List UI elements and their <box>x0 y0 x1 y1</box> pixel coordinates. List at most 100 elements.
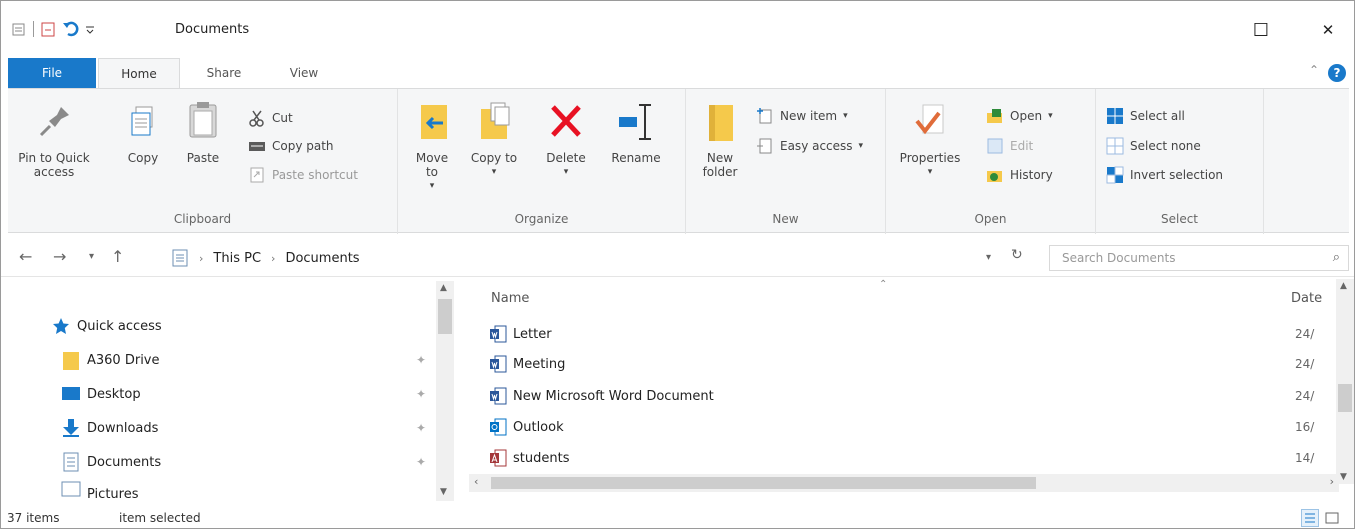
file-date: 24/ <box>1295 389 1315 403</box>
ribbon-tabs: File Home Share View <box>1 58 1354 88</box>
paste-button[interactable]: Paste <box>178 99 228 165</box>
word-document-icon <box>489 325 507 343</box>
copy-path-button[interactable]: Copy path <box>248 137 334 155</box>
nav-item-quick-access[interactable]: Quick access <box>51 311 481 341</box>
tab-share[interactable]: Share <box>186 58 262 88</box>
scrollbar-thumb[interactable] <box>1338 384 1352 412</box>
pin-quick-access-button[interactable]: Pin to Quick access <box>18 99 90 179</box>
file-list-vertical-scrollbar[interactable]: ▲ ▼ <box>1336 279 1354 484</box>
large-icons-view-icon[interactable] <box>1323 509 1341 527</box>
tab-view[interactable]: View <box>269 58 339 88</box>
history-button[interactable]: History <box>986 166 1053 184</box>
minimize-ribbon-icon[interactable]: ⌃ <box>1309 63 1319 77</box>
documents-location-icon <box>171 249 189 267</box>
organize-group: Move to ▾ Copy to ▾ Delete ▾ Rename Orga… <box>398 89 686 234</box>
nav-item-pictures[interactable]: Pictures <box>61 479 491 499</box>
column-header-name[interactable]: Name <box>491 291 529 306</box>
cut-button[interactable]: Cut <box>248 109 293 127</box>
select-none-label: Select none <box>1130 139 1201 153</box>
word-document-icon <box>489 355 507 373</box>
select-group: Select all Select none Invert selection … <box>1096 89 1264 234</box>
edit-button[interactable]: Edit <box>986 137 1033 155</box>
copy-to-icon <box>471 99 517 145</box>
maximize-button[interactable]: ☐ <box>1239 15 1283 45</box>
close-button[interactable]: ✕ <box>1306 15 1350 45</box>
search-box: ⌕ <box>1049 245 1349 271</box>
search-input[interactable] <box>1062 246 1302 270</box>
file-row-letter[interactable]: Letter <box>489 321 1309 347</box>
paste-icon <box>180 99 226 145</box>
new-folder-button[interactable]: New folder <box>694 99 746 179</box>
undo-qat-icon[interactable] <box>62 21 79 37</box>
address-dropdown-icon[interactable]: ▾ <box>986 252 991 263</box>
scroll-down-icon[interactable]: ▼ <box>440 487 447 497</box>
invert-selection-label: Invert selection <box>1130 168 1224 182</box>
navigation-pane-scrollbar[interactable]: ▲ ▼ <box>436 281 454 501</box>
select-none-button[interactable]: Select none <box>1106 137 1201 155</box>
ribbon: Pin to Quick access Copy Paste Cut Copy … <box>8 88 1349 234</box>
file-date: 24/ <box>1295 357 1315 371</box>
customize-qat-icon[interactable] <box>84 21 100 37</box>
file-list: ⌃ Name Date Letter 24/ Meeting 24/ New M… <box>461 279 1354 484</box>
nav-item-a360-drive[interactable]: A360 Drive <box>61 345 491 375</box>
scrollbar-thumb[interactable] <box>491 477 1036 489</box>
rename-button[interactable]: Rename <box>606 99 666 165</box>
open-icon <box>986 107 1004 125</box>
new-folder-qat-icon[interactable] <box>40 21 56 37</box>
file-name: Meeting <box>513 356 566 372</box>
copy-to-button[interactable]: Copy to ▾ <box>470 99 518 179</box>
scroll-down-icon[interactable]: ▼ <box>1340 472 1347 482</box>
properties-qat-icon[interactable] <box>11 21 27 37</box>
copy-path-icon <box>248 137 266 155</box>
scroll-left-icon[interactable]: ‹ <box>474 475 478 488</box>
column-header-date[interactable]: Date <box>1291 291 1322 306</box>
new-item-dropdown-icon: ▾ <box>843 111 848 121</box>
file-name: students <box>513 450 570 466</box>
refresh-icon[interactable]: ↻ <box>1011 247 1023 263</box>
star-icon <box>51 316 71 336</box>
details-view-icon[interactable] <box>1301 509 1319 527</box>
properties-button[interactable]: Properties ▾ <box>898 99 962 179</box>
search-icon[interactable]: ⌕ <box>1333 250 1340 265</box>
breadcrumb-documents[interactable]: Documents <box>285 251 359 266</box>
help-icon[interactable]: ? <box>1328 64 1346 82</box>
up-arrow-icon[interactable]: ↑ <box>111 247 124 266</box>
easy-access-button[interactable]: Easy access ▾ <box>756 137 863 155</box>
copy-label: Copy <box>127 151 159 165</box>
window-title: Documents <box>175 22 250 37</box>
open-dropdown-icon: ▾ <box>1048 111 1053 121</box>
scrollbar-thumb[interactable] <box>438 299 452 334</box>
nav-item-documents[interactable]: Documents <box>61 447 491 477</box>
file-row-outlook[interactable]: Outlook <box>489 414 1309 440</box>
file-row-new-word-doc[interactable]: New Microsoft Word Document <box>489 383 1309 409</box>
scroll-up-icon[interactable]: ▲ <box>440 283 447 293</box>
file-date: 16/ <box>1295 420 1315 434</box>
file-row-students[interactable]: students <box>489 445 1309 471</box>
new-item-button[interactable]: New item ▾ <box>756 107 848 125</box>
paste-label: Paste <box>186 151 220 165</box>
scroll-up-icon[interactable]: ▲ <box>1340 281 1347 291</box>
scroll-right-icon[interactable]: › <box>1330 475 1334 488</box>
copy-button[interactable]: Copy <box>118 99 168 165</box>
invert-selection-button[interactable]: Invert selection <box>1106 166 1223 184</box>
tab-home[interactable]: Home <box>98 58 180 88</box>
move-to-button[interactable]: Move to ▾ <box>408 99 456 193</box>
file-row-meeting[interactable]: Meeting <box>489 351 1309 377</box>
select-all-button[interactable]: Select all <box>1106 107 1185 125</box>
paste-shortcut-button[interactable]: Paste shortcut <box>248 166 358 184</box>
nav-a360-label: A360 Drive <box>87 352 160 368</box>
access-database-icon <box>489 449 507 467</box>
easy-access-icon <box>756 137 774 155</box>
paste-shortcut-icon <box>248 166 266 184</box>
file-list-horizontal-scrollbar[interactable]: ‹ › <box>469 474 1339 492</box>
back-arrow-icon[interactable]: ← <box>19 247 32 266</box>
forward-arrow-icon[interactable]: → <box>53 247 66 266</box>
tab-file[interactable]: File <box>8 58 96 88</box>
breadcrumb-this-pc[interactable]: This PC <box>213 251 261 266</box>
nav-item-downloads[interactable]: Downloads <box>61 413 491 443</box>
nav-item-desktop[interactable]: Desktop <box>61 379 491 409</box>
recent-locations-icon[interactable]: ▾ <box>89 251 94 262</box>
delete-button[interactable]: Delete ▾ <box>536 99 596 179</box>
address-bar[interactable]: › This PC › Documents <box>171 245 1031 271</box>
open-button[interactable]: Open ▾ <box>986 107 1053 125</box>
